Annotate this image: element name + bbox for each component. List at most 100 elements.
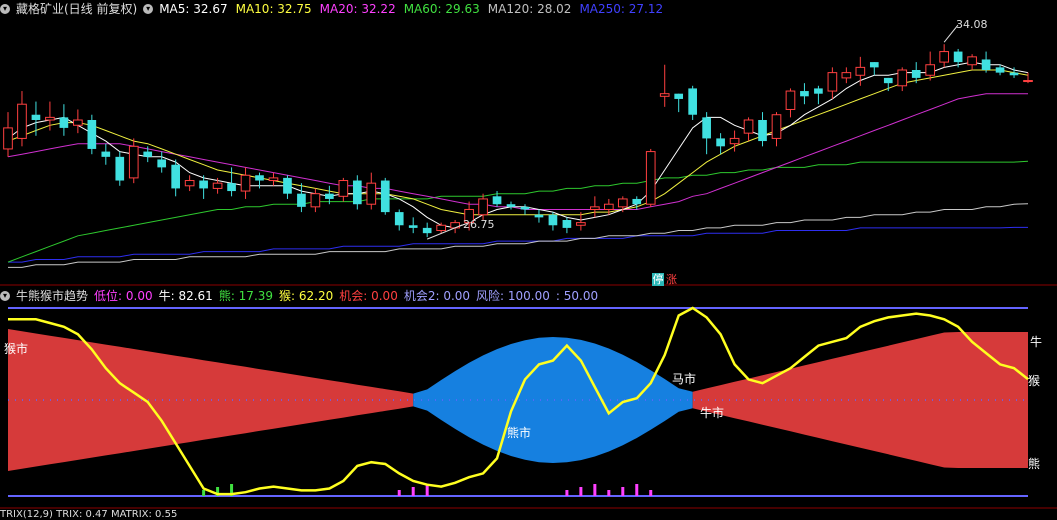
candle-body	[310, 193, 321, 208]
candle-body	[240, 174, 251, 192]
candle-body	[534, 214, 544, 218]
candle-body	[855, 66, 866, 76]
candle-body	[967, 56, 977, 66]
monkey-market-label: 猴市	[4, 342, 29, 356]
candle-body	[212, 182, 223, 189]
bull-band	[692, 332, 1028, 468]
ma10-line	[7, 69, 1029, 216]
candle-body	[800, 91, 809, 97]
candle-body	[548, 214, 558, 226]
candle-body	[45, 116, 55, 121]
candle-body	[1023, 80, 1033, 83]
signal-bar	[607, 490, 611, 496]
candle-body	[911, 70, 921, 78]
candle-body	[422, 227, 432, 234]
candle-body	[771, 114, 782, 139]
ma5-line	[7, 61, 1029, 229]
signal-bar	[621, 487, 625, 496]
candle-body	[702, 117, 711, 139]
monkey-band	[8, 329, 414, 471]
candle-body	[492, 196, 502, 205]
candle-body	[227, 183, 236, 192]
ma120-line	[8, 203, 1029, 268]
candle-body	[897, 69, 908, 87]
candle-body	[338, 180, 349, 197]
candle-body	[743, 119, 754, 134]
candle-body	[408, 225, 418, 228]
candle-body	[814, 88, 823, 94]
signal-bar	[593, 484, 597, 496]
candle-body	[688, 88, 697, 115]
signal-bar	[202, 490, 206, 496]
candle-body	[785, 90, 796, 110]
candle-body	[729, 137, 740, 145]
candle-body	[325, 193, 334, 199]
candle-body	[171, 164, 181, 189]
bear-right-label: 熊	[1028, 457, 1041, 471]
candle-body	[659, 93, 670, 97]
candle-body	[73, 119, 83, 126]
candle-body	[827, 72, 838, 92]
candle-body	[128, 145, 139, 179]
candle-body	[716, 138, 725, 147]
candle-body	[562, 220, 572, 228]
candle-body	[506, 204, 516, 207]
candle-body	[632, 198, 642, 205]
candle-body	[995, 67, 1005, 73]
candle-body	[366, 182, 377, 205]
candle-body	[758, 120, 767, 142]
bear-band	[413, 337, 693, 463]
candle-body	[450, 222, 460, 229]
candle-body	[674, 93, 684, 99]
candle-body	[380, 180, 390, 213]
candle-body	[925, 64, 936, 76]
signal-bar	[397, 490, 401, 496]
candle-body	[478, 198, 488, 216]
candle-body	[841, 72, 852, 79]
candle-body	[394, 212, 404, 226]
candle-body	[603, 203, 614, 210]
candle-body	[87, 120, 97, 149]
horse-market-label: 马市	[672, 372, 697, 386]
candle-body	[352, 180, 362, 205]
candle-body	[184, 180, 195, 187]
candle-body	[101, 151, 111, 157]
signal-bar	[635, 484, 639, 496]
signal-bar	[579, 487, 583, 496]
candle-body	[939, 51, 949, 63]
candle-body	[143, 151, 153, 157]
high-price-label: 34.08	[956, 18, 988, 31]
bull-right-label: 牛	[1030, 335, 1043, 349]
chart-canvas	[0, 24, 1057, 509]
candle-body	[115, 156, 125, 181]
limit-up-badge-2: 涨	[666, 273, 677, 286]
candle-body	[981, 59, 991, 70]
candle-body	[645, 151, 656, 205]
candle-body	[520, 206, 530, 210]
candle-body	[953, 51, 963, 63]
signal-bar	[411, 487, 415, 496]
ma60-line	[7, 160, 1029, 263]
monkey-right-label: 猴	[1028, 374, 1041, 388]
candle-body	[617, 198, 628, 208]
candle-body	[17, 103, 27, 139]
limit-up-badge: 停	[652, 273, 664, 286]
candle-body	[31, 114, 41, 120]
bear-market-label: 熊市	[507, 426, 532, 440]
signal-bar	[649, 490, 653, 496]
signal-bar	[565, 490, 569, 496]
candle-body	[590, 206, 600, 210]
candle-body	[869, 62, 879, 68]
candle-body	[157, 159, 167, 168]
candle-body	[283, 177, 292, 194]
candle-body	[576, 222, 586, 226]
ma250-line	[8, 226, 1028, 263]
candle-body	[3, 127, 13, 150]
candle-body	[1009, 72, 1019, 76]
ma20-line	[7, 93, 1028, 210]
candle-body	[297, 193, 306, 207]
bull-market-label: 牛市	[700, 406, 725, 420]
candle-body	[255, 175, 264, 181]
candle-body	[199, 180, 208, 189]
low-price-label: 26.75	[463, 218, 495, 231]
